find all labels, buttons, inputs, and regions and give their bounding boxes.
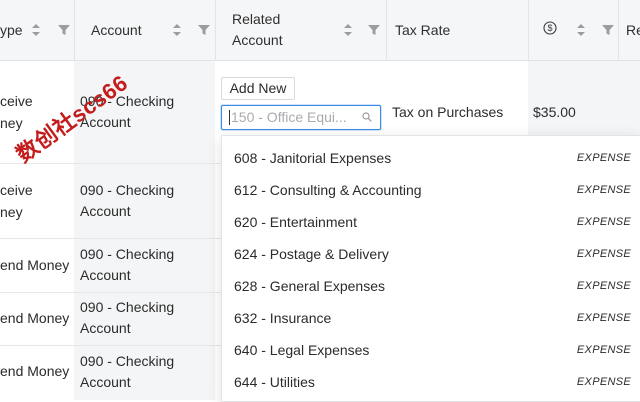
filter-icon[interactable] <box>602 24 614 36</box>
header-related-account[interactable]: Related Account <box>232 0 332 60</box>
filter-icon[interactable] <box>198 24 210 36</box>
row4-account[interactable]: 090 - Checking Account <box>80 297 174 339</box>
option-type: EXPENSE <box>576 376 631 388</box>
dropdown-option[interactable]: 608 - Janitorial Expenses EXPENSE <box>222 142 640 174</box>
row1-type-line2: ney <box>0 115 23 131</box>
column-divider <box>386 0 387 60</box>
header-re[interactable]: Re <box>626 0 640 60</box>
column-divider <box>74 0 75 60</box>
option-type: EXPENSE <box>576 184 631 196</box>
column-divider <box>215 0 216 60</box>
row2-type-line2: ney <box>0 204 23 220</box>
dropdown-option[interactable]: 612 - Consulting & Accounting EXPENSE <box>222 174 640 206</box>
row5-type: end Money <box>0 363 70 379</box>
sort-icon[interactable] <box>343 23 353 37</box>
option-type: EXPENSE <box>576 344 631 356</box>
dollar-sign-text: $ <box>547 23 552 33</box>
header-type[interactable]: ype <box>0 0 23 60</box>
header-account-label: Account <box>91 21 142 38</box>
row2-account[interactable]: 090 - Checking Account <box>80 180 174 222</box>
option-type: EXPENSE <box>576 152 631 164</box>
filter-icon[interactable] <box>368 24 380 36</box>
option-name: 624 - Postage & Delivery <box>234 246 389 262</box>
column-divider <box>618 0 619 60</box>
column-divider <box>528 0 529 60</box>
dropdown-option[interactable]: 644 - Utilities EXPENSE <box>222 366 640 398</box>
dropdown-option[interactable]: 628 - General Expenses EXPENSE <box>222 270 640 302</box>
dollar-circle-icon: $ <box>543 21 557 35</box>
dropdown-option[interactable]: 624 - Postage & Delivery EXPENSE <box>222 238 640 270</box>
row4-type: end Money <box>0 310 70 326</box>
row1-amount[interactable]: $35.00 <box>533 102 576 123</box>
row5-account[interactable]: 090 - Checking Account <box>80 351 174 393</box>
option-name: 612 - Consulting & Accounting <box>234 182 422 198</box>
header-related-account-label: Related Account <box>232 11 283 48</box>
dropdown-option[interactable]: 620 - Entertainment EXPENSE <box>222 206 640 238</box>
option-type: EXPENSE <box>576 280 631 292</box>
account-dropdown-list: 608 - Janitorial Expenses EXPENSE 612 - … <box>221 135 640 402</box>
option-name: 632 - Insurance <box>234 310 332 326</box>
text-cursor <box>229 110 230 125</box>
row1-tax-rate[interactable]: Tax on Purchases <box>392 102 503 123</box>
filter-icon[interactable] <box>58 24 70 36</box>
table-header: ype Account Related Account Tax Rate $ R… <box>0 0 640 61</box>
sort-icon[interactable] <box>576 23 586 37</box>
sort-icon[interactable] <box>172 23 182 37</box>
row2-type-line1: ceive <box>0 182 33 198</box>
dropdown-option[interactable]: 632 - Insurance EXPENSE <box>222 302 640 334</box>
dropdown-option[interactable]: 640 - Legal Expenses EXPENSE <box>222 334 640 366</box>
related-account-combobox[interactable]: 150 - Office Equi... <box>221 105 381 130</box>
row1-type-line1: ceive <box>0 93 33 109</box>
option-name: 640 - Legal Expenses <box>234 342 370 358</box>
option-name: 644 - Utilities <box>234 374 315 390</box>
sort-icon[interactable] <box>31 23 41 37</box>
option-type: EXPENSE <box>576 216 631 228</box>
search-icon <box>362 112 372 122</box>
header-account[interactable]: Account <box>91 0 142 60</box>
option-name: 628 - General Expenses <box>234 278 385 294</box>
add-new-button[interactable]: Add New <box>221 77 295 100</box>
combobox-placeholder: 150 - Office Equi... <box>231 109 347 125</box>
option-name: 608 - Janitorial Expenses <box>234 150 392 166</box>
option-type: EXPENSE <box>576 312 631 324</box>
header-type-label: ype <box>0 21 23 38</box>
header-tax-rate[interactable]: Tax Rate <box>395 0 450 60</box>
header-tax-rate-label: Tax Rate <box>395 21 451 38</box>
header-re-label: Re <box>626 21 640 38</box>
row3-account[interactable]: 090 - Checking Account <box>80 244 174 286</box>
row3-type: end Money <box>0 257 70 273</box>
option-name: 620 - Entertainment <box>234 214 357 230</box>
option-type: EXPENSE <box>576 248 631 260</box>
